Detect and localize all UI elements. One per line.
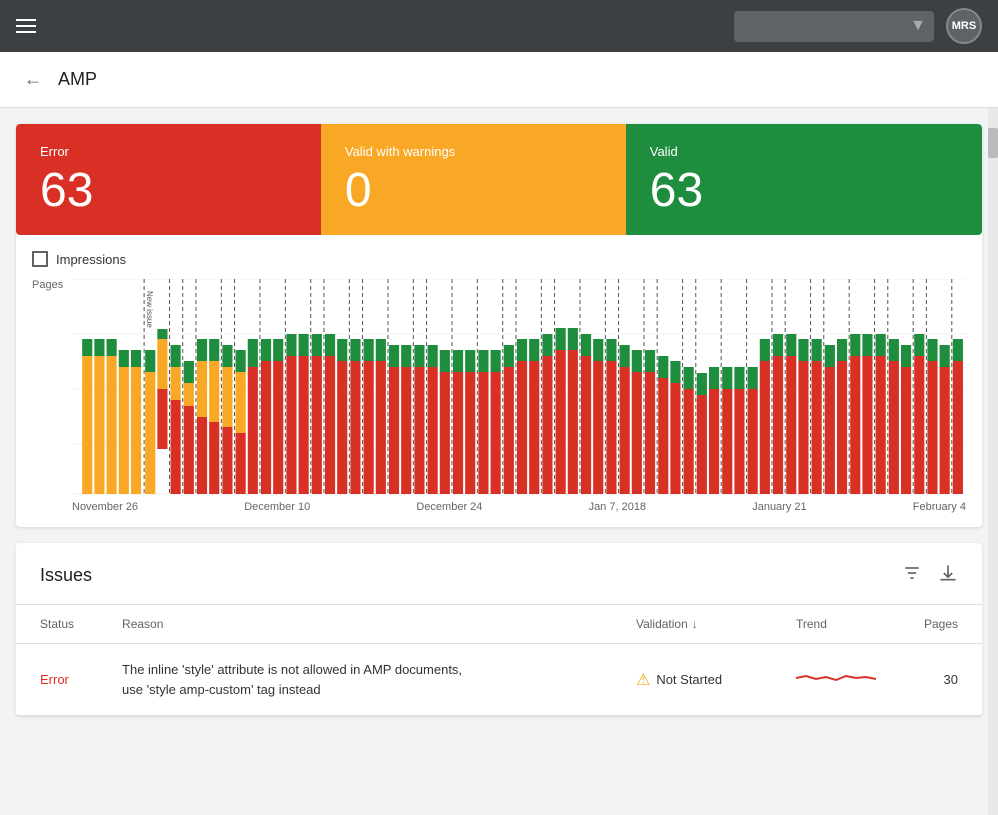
- x-label-6: February 4: [913, 501, 966, 513]
- valid-value: 63: [650, 167, 958, 215]
- chart-container: Pages 160 120 80 40 0: [32, 279, 966, 519]
- impressions-checkbox[interactable]: [32, 251, 48, 267]
- status-cards: Error 63 Valid with warnings 0 Valid 63: [16, 124, 982, 235]
- scrollbar-track[interactable]: [988, 108, 998, 815]
- page-title: AMP: [58, 69, 97, 90]
- bar-chart: 160 120 80 40 0: [72, 279, 966, 499]
- trend-cell: [772, 644, 900, 716]
- x-label-3: December 24: [416, 501, 482, 513]
- issues-title: Issues: [40, 565, 92, 586]
- x-label-5: January 21: [752, 501, 806, 513]
- warning-card[interactable]: Valid with warnings 0: [321, 124, 626, 235]
- error-value: 63: [40, 167, 297, 215]
- x-label-4: Jan 7, 2018: [589, 501, 647, 513]
- row-reason: The inline 'style' attribute is not allo…: [98, 644, 612, 716]
- avatar[interactable]: MRS: [946, 8, 982, 44]
- col-trend: Trend: [772, 605, 900, 644]
- issues-header: Issues: [16, 543, 982, 605]
- svg-text:New issue: New issue: [145, 291, 154, 328]
- x-label-1: November 26: [72, 501, 138, 513]
- error-label: Error: [40, 144, 297, 159]
- property-dropdown-wrapper: ▼: [734, 11, 934, 42]
- valid-label: Valid: [650, 144, 958, 159]
- menu-button[interactable]: [16, 19, 36, 33]
- issues-actions: [902, 563, 958, 588]
- chart-area: 160 120 80 40 0: [72, 279, 966, 499]
- back-button[interactable]: ←: [24, 69, 42, 90]
- row-status[interactable]: Error: [40, 672, 69, 687]
- impressions-toggle[interactable]: Impressions: [32, 251, 966, 267]
- issues-section: Issues: [16, 543, 982, 716]
- issues-table: Status Reason Validation ↓ Trend Pages: [16, 605, 982, 716]
- download-icon[interactable]: [938, 563, 958, 588]
- trend-chart: [796, 663, 876, 693]
- warning-value: 0: [345, 167, 602, 215]
- col-pages: Pages: [900, 605, 982, 644]
- col-validation: Validation ↓: [612, 605, 772, 644]
- property-dropdown[interactable]: [734, 11, 934, 42]
- back-arrow-icon: ←: [24, 69, 42, 89]
- scrollbar-thumb[interactable]: [988, 128, 998, 158]
- col-status: Status: [16, 605, 98, 644]
- x-label-2: December 10: [244, 501, 310, 513]
- validation-cell: ⚠ Not Started: [636, 670, 748, 690]
- valid-card[interactable]: Valid 63: [626, 124, 982, 235]
- page-header: ← AMP: [0, 52, 998, 108]
- top-navigation: ▼ MRS: [0, 0, 998, 52]
- pages-count: 30: [944, 672, 958, 687]
- validation-status: Not Started: [656, 672, 722, 687]
- impressions-label: Impressions: [56, 252, 126, 267]
- y-axis-label: Pages: [32, 279, 63, 291]
- filter-icon[interactable]: [902, 563, 922, 588]
- warning-label: Valid with warnings: [345, 144, 602, 159]
- chart-card: Error 63 Valid with warnings 0 Valid 63 …: [16, 124, 982, 527]
- error-card[interactable]: Error 63: [16, 124, 321, 235]
- table-row: Error The inline 'style' attribute is no…: [16, 644, 982, 716]
- warning-circle-icon: ⚠: [636, 670, 650, 690]
- content-area: Error 63 Valid with warnings 0 Valid 63 …: [0, 108, 998, 732]
- sort-icon[interactable]: ↓: [692, 617, 698, 631]
- col-reason: Reason: [98, 605, 612, 644]
- avatar-text: MRS: [952, 20, 976, 32]
